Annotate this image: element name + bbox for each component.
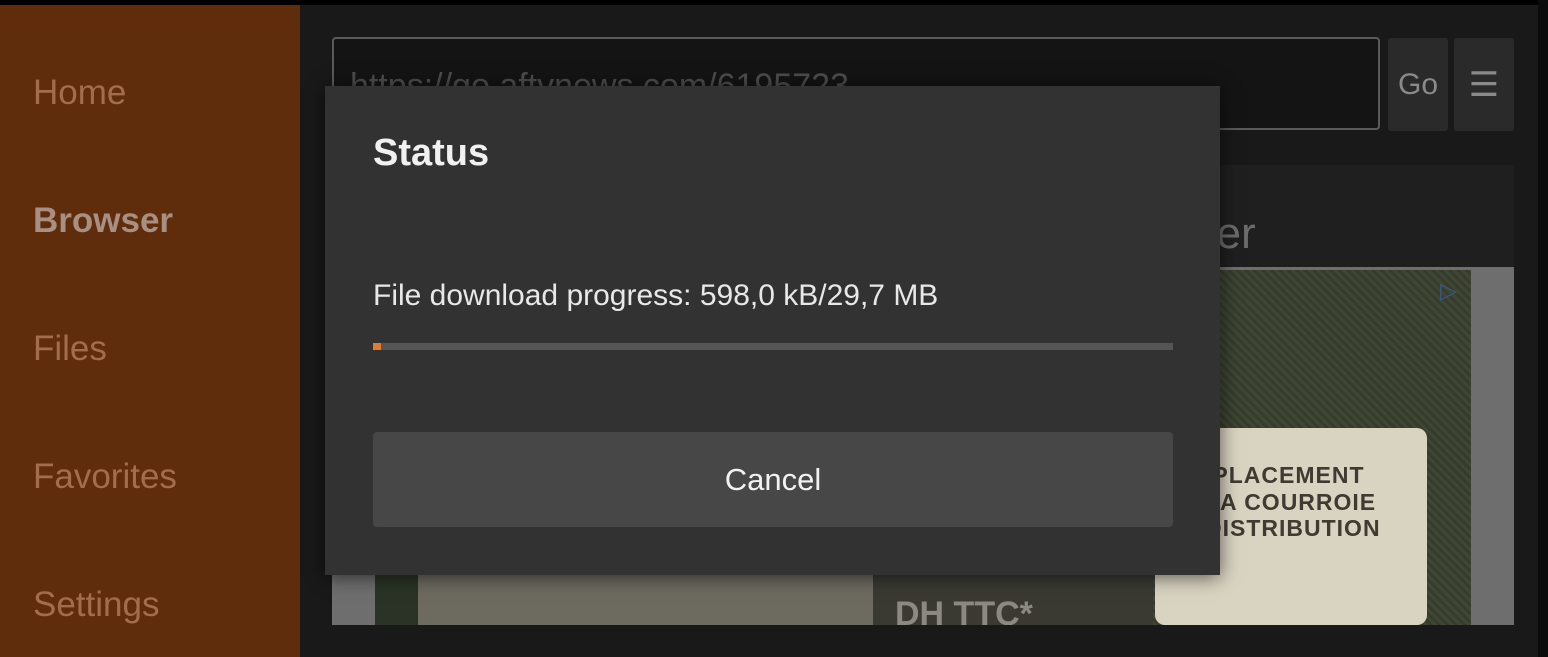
sidebar-item-favorites[interactable]: Favorites xyxy=(33,457,177,497)
adchoices-icon[interactable]: ▷ xyxy=(1440,278,1457,304)
go-button[interactable]: Go xyxy=(1388,38,1448,131)
sidebar-item-files[interactable]: Files xyxy=(33,329,107,369)
hamburger-menu-icon[interactable]: ☰ xyxy=(1454,38,1514,131)
ad-price-text: DH TTC* xyxy=(895,595,1033,625)
progress-fill xyxy=(373,343,382,350)
download-progress-bar xyxy=(373,343,1173,350)
sidebar-item-browser[interactable]: Browser xyxy=(33,201,173,241)
sidebar: Home Browser Files Favorites Settings xyxy=(0,5,300,657)
status-dialog: Status File download progress: 598,0 kB/… xyxy=(325,86,1220,575)
download-progress-text: File download progress: 598,0 kB/29,7 MB xyxy=(373,279,939,312)
sidebar-item-home[interactable]: Home xyxy=(33,73,126,113)
ad-card-line: DISTRIBUTION xyxy=(1205,515,1381,541)
screen-edge xyxy=(1538,0,1548,657)
ad-card-line: LA COURROIE xyxy=(1205,489,1377,515)
cancel-button[interactable]: Cancel xyxy=(373,432,1173,527)
dialog-title: Status xyxy=(373,132,490,174)
sidebar-item-settings[interactable]: Settings xyxy=(33,585,159,625)
ad-card-line: IPLACEMENT xyxy=(1205,462,1365,488)
